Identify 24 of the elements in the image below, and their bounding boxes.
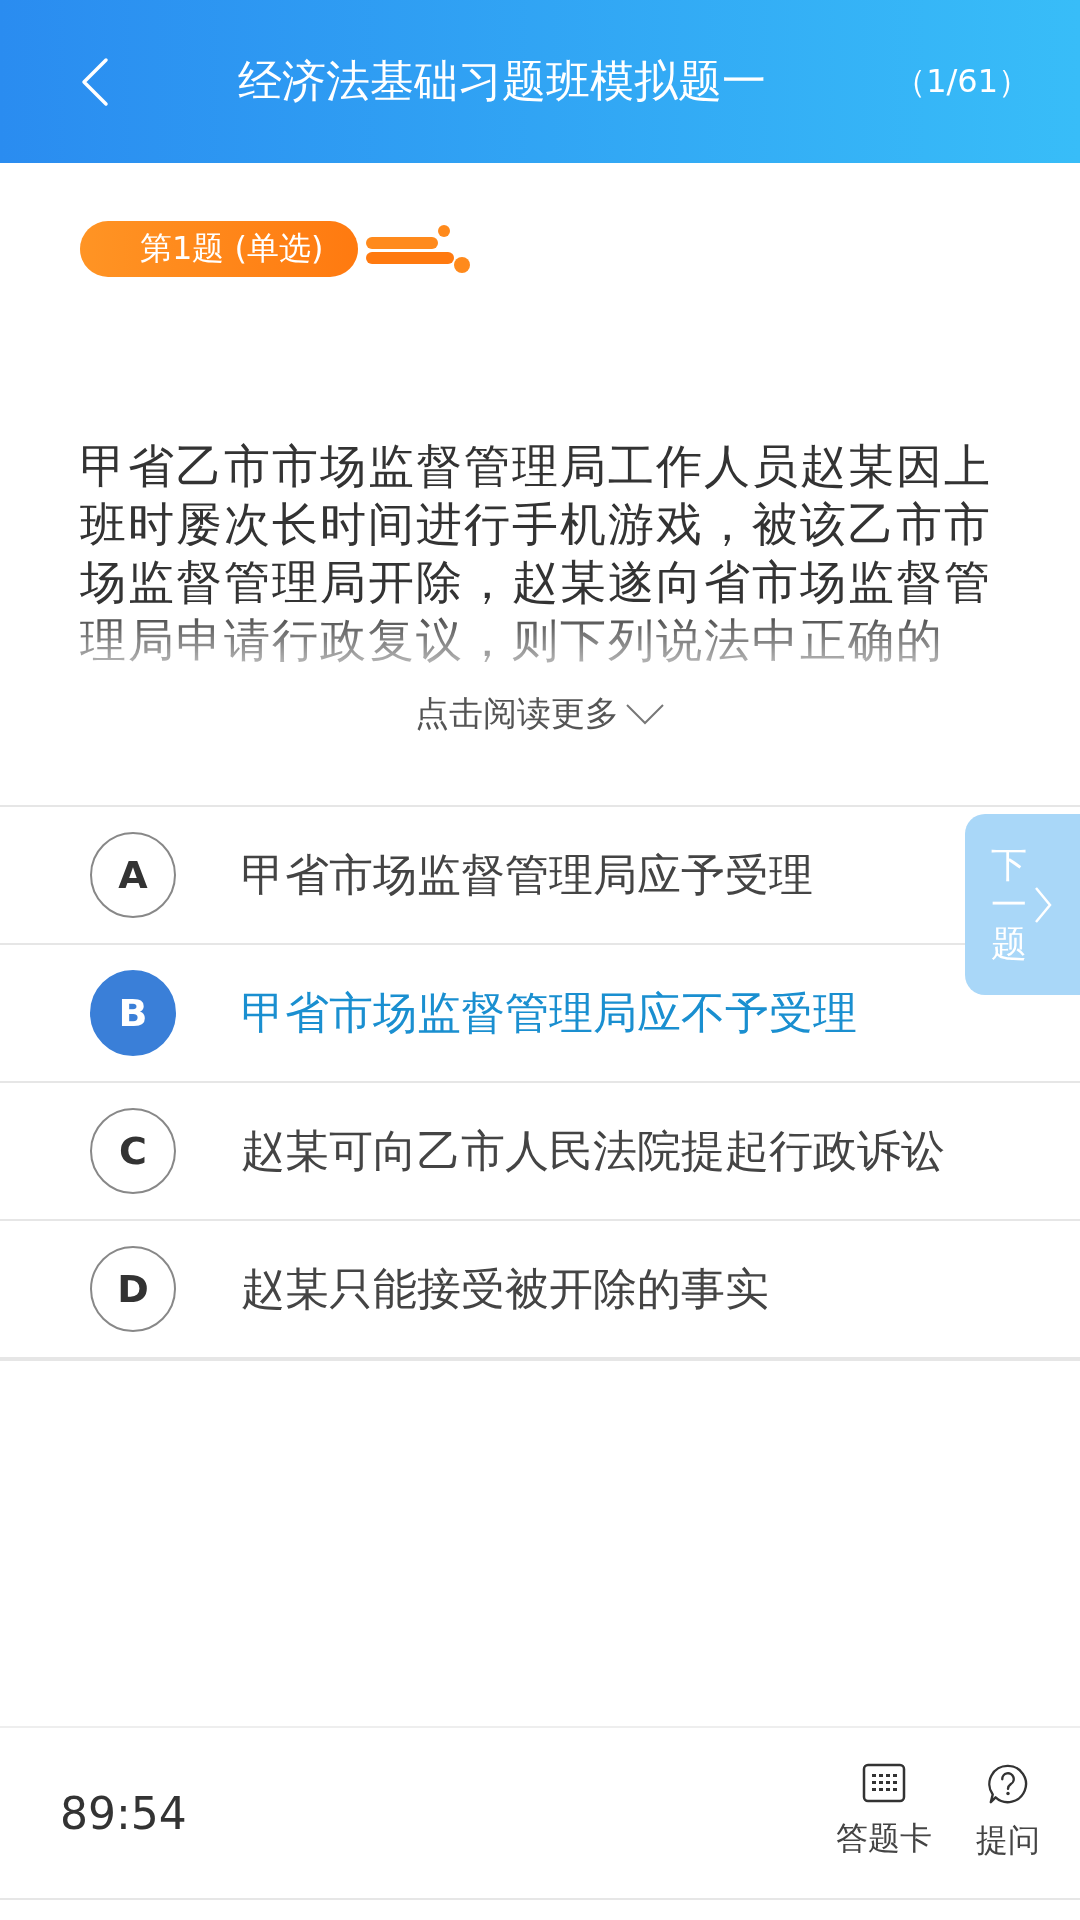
option-text: 甲省市场监督管理局应予受理 xyxy=(241,848,814,902)
question-bubble-icon xyxy=(987,1763,1029,1805)
option-letter: B xyxy=(90,970,176,1056)
answer-option[interactable]: C 赵某可向乙市人民法院提起行政诉讼 xyxy=(0,1083,960,1219)
countdown-timer: 89:54 xyxy=(60,1787,187,1839)
page-title: 经济法基础习题班模拟题一 xyxy=(237,54,768,108)
option-letter: A xyxy=(90,832,176,918)
question-counter: （1/61） xyxy=(894,60,1030,102)
option-text: 甲省市场监督管理局应不予受理 xyxy=(241,986,858,1040)
option-text: 赵某可向乙市人民法院提起行政诉讼 xyxy=(241,1124,946,1178)
question-text: 甲省乙市市场监督管理局工作人员赵某因上班时屡次长时间进行手机游戏，被该乙市市场监督管理局开除，赵某遂向省市场监督管理局申请行政复议，则下列说法中正确的 xyxy=(80,438,993,669)
chevron-down-icon xyxy=(625,702,665,726)
toolbar-action[interactable]: 提问 xyxy=(976,1763,1040,1863)
option-text: 赵某只能接受被开除的事实 xyxy=(241,1262,770,1316)
grid-icon xyxy=(862,1763,906,1803)
answer-option[interactable]: A 甲省市场监督管理局应予受理 xyxy=(0,807,960,943)
option-letter: C xyxy=(90,1108,176,1194)
question-type-tag: 第1题 (单选) xyxy=(80,221,358,277)
answer-option[interactable]: B 甲省市场监督管理局应不予受理 xyxy=(0,945,960,1081)
read-more-link[interactable]: 点击阅读更多 xyxy=(415,691,665,737)
toolbar-action[interactable]: 答题卡 xyxy=(836,1763,932,1863)
back-icon[interactable] xyxy=(80,56,110,107)
option-letter: D xyxy=(90,1246,176,1332)
answer-option[interactable]: D 赵某只能接受被开除的事实 xyxy=(0,1221,960,1357)
